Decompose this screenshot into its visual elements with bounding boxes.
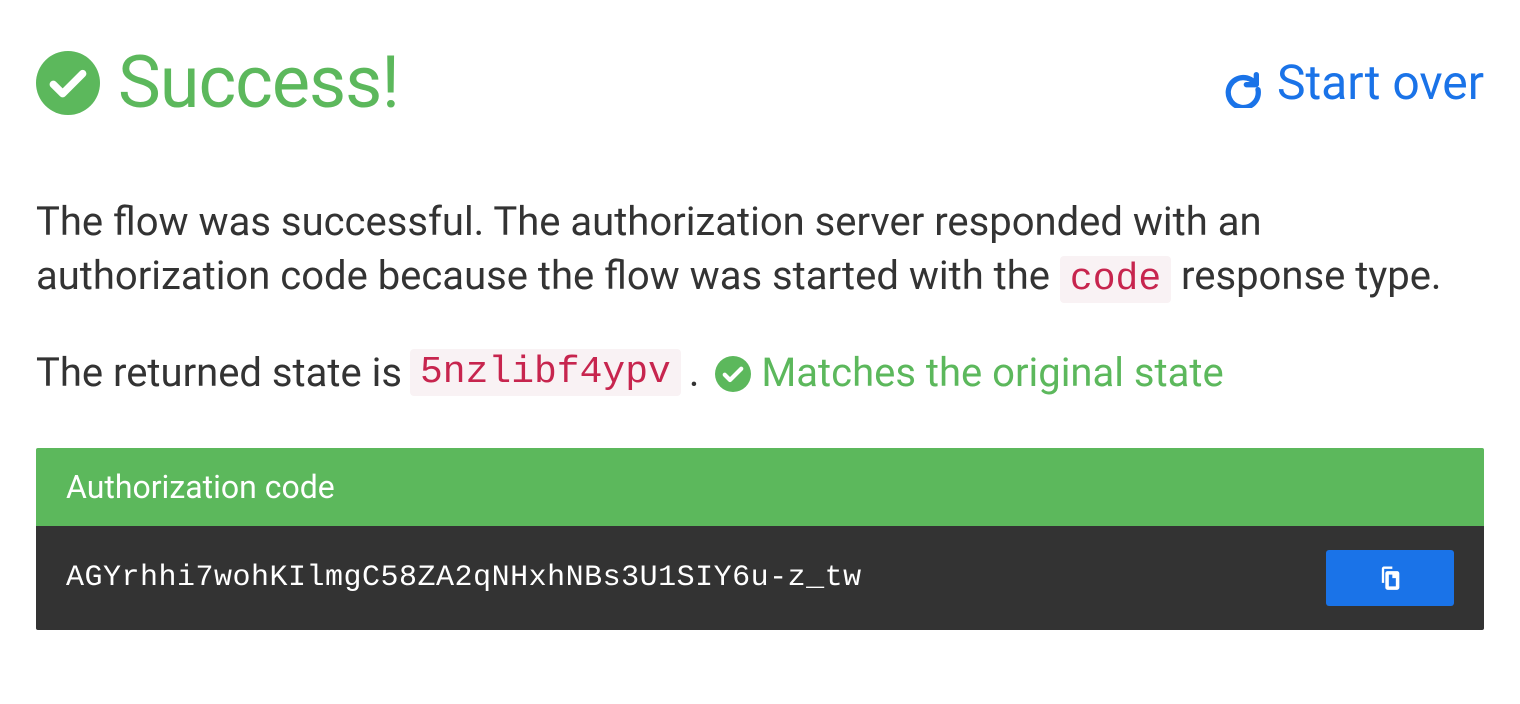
authorization-code-body: AGYrhhi7wohKIlmgC58ZA2qNHxhNBs3U1SIY6u-z… [36, 526, 1484, 630]
description-after: response type. [1181, 252, 1441, 299]
authorization-code-value: AGYrhhi7wohKIlmgC58ZA2qNHxhNBs3U1SIY6u-z… [66, 561, 862, 595]
copy-button[interactable] [1326, 550, 1454, 606]
code-response-type: code [1060, 256, 1171, 303]
authorization-code-block: Authorization code AGYrhhi7wohKIlmgC58ZA… [36, 448, 1484, 630]
start-over-link[interactable]: Start over [1223, 54, 1484, 111]
state-match-badge: Matches the original state [715, 349, 1223, 396]
refresh-icon [1223, 63, 1263, 103]
success-heading: Success! [36, 40, 399, 125]
authorization-code-header: Authorization code [36, 448, 1484, 526]
success-title: Success! [118, 40, 399, 125]
check-circle-icon [36, 51, 100, 115]
copy-icon [1376, 563, 1404, 594]
header-row: Success! Start over [36, 40, 1484, 125]
description-paragraph: The flow was successful. The authorizati… [36, 195, 1484, 305]
state-match-message: Matches the original state [761, 349, 1223, 396]
check-circle-icon [715, 355, 751, 391]
state-period: . [689, 349, 700, 396]
state-label-prefix: The returned state is [36, 349, 402, 396]
state-value: 5nzlibf4ypv [410, 349, 681, 396]
start-over-label: Start over [1277, 54, 1484, 111]
state-row: The returned state is 5nzlibf4ypv . Matc… [36, 349, 1484, 396]
